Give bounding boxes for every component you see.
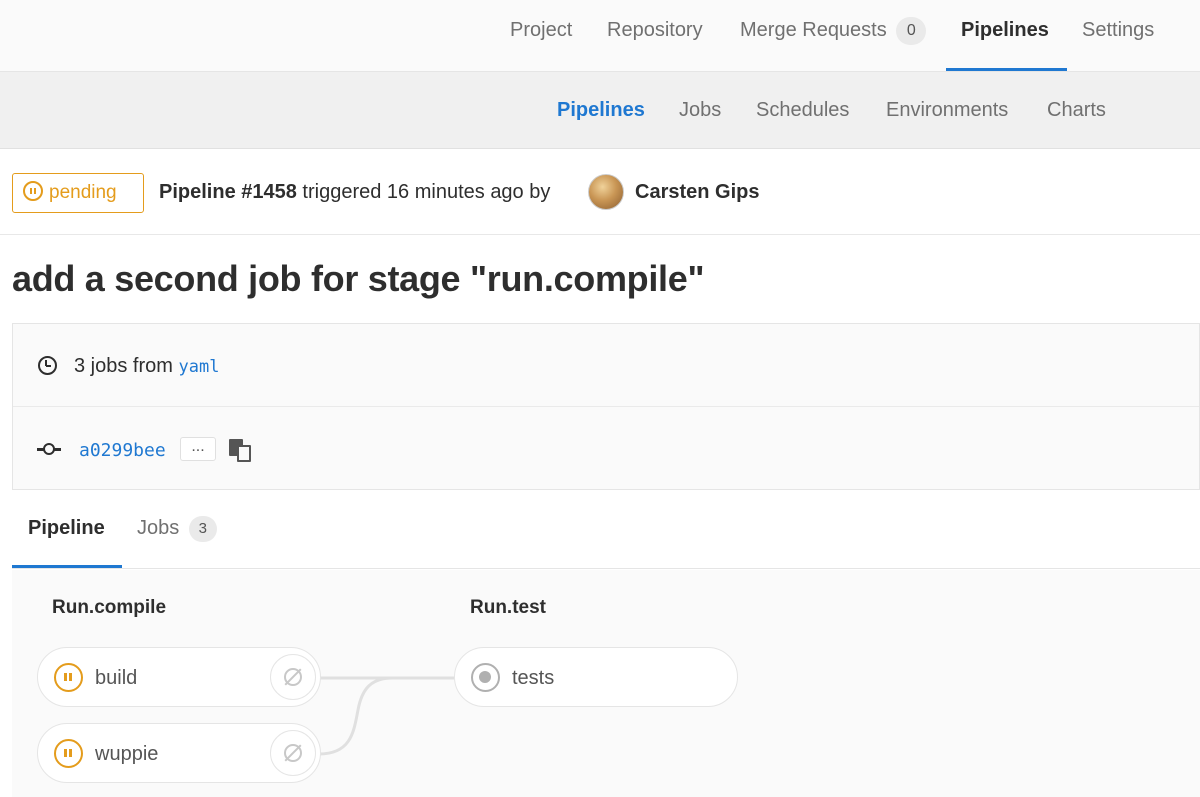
clipboard-icon[interactable] — [229, 439, 253, 463]
job-name-build: build — [95, 667, 138, 689]
pipeline-tabs: Pipeline Jobs 3 — [12, 490, 1200, 569]
nav-active-indicator — [946, 68, 1067, 71]
tab-jobs[interactable]: Jobs 3 — [137, 490, 217, 568]
job-name-tests: tests — [512, 667, 555, 689]
pipeline-header: pending Pipeline #1458 triggered 16 minu… — [0, 149, 1200, 235]
pipeline-triggered-text: triggered 16 minutes ago by — [296, 181, 551, 203]
merge-requests-count-badge: 0 — [896, 17, 927, 45]
subnav-environments[interactable]: Environments — [886, 72, 1008, 149]
avatar[interactable] — [588, 174, 624, 210]
sub-nav: Pipelines Jobs Schedules Environments Ch… — [0, 72, 1200, 149]
jobs-count-text: 3 jobs from — [74, 355, 179, 377]
jobs-count-badge: 3 — [188, 516, 217, 542]
subnav-pipelines[interactable]: Pipelines — [557, 72, 645, 149]
pipeline-status-label: pending — [49, 182, 117, 203]
tab-pipeline[interactable]: Pipeline — [12, 490, 122, 568]
pipeline-status-badge[interactable]: pending — [12, 173, 144, 213]
job-wuppie[interactable]: wuppie — [37, 723, 321, 783]
job-tests[interactable]: tests — [454, 647, 738, 707]
subnav-jobs[interactable]: Jobs — [679, 72, 721, 149]
top-nav: Project Repository Merge Requests 0 Pipe… — [0, 0, 1200, 72]
pause-circle-icon — [54, 739, 83, 768]
subnav-schedules[interactable]: Schedules — [756, 72, 849, 149]
yaml-link[interactable]: yaml — [178, 357, 219, 377]
pipeline-graph: Run.compile Run.test build wuppie tests — [12, 570, 1200, 797]
job-name-wuppie: wuppie — [95, 743, 159, 765]
nav-pipelines[interactable]: Pipelines — [961, 0, 1049, 72]
pause-circle-icon — [23, 181, 43, 201]
jobs-info: 3 jobs from yaml — [74, 353, 219, 380]
commit-info-row: a0299bee ... — [13, 408, 1199, 490]
page-title: add a second job for stage "run.compile" — [12, 258, 705, 299]
nav-merge-requests-label: Merge Requests — [740, 19, 887, 41]
commit-icon — [37, 442, 61, 456]
clock-icon — [38, 356, 57, 375]
pipeline-summary: Pipeline #1458 triggered 16 minutes ago … — [159, 179, 550, 205]
jobs-info-row: 3 jobs from yaml — [13, 324, 1199, 407]
cancel-icon[interactable] — [270, 654, 316, 700]
nav-repository[interactable]: Repository — [607, 0, 703, 72]
nav-project[interactable]: Project — [510, 0, 572, 72]
expand-commit-message-button[interactable]: ... — [180, 437, 216, 461]
pipeline-info-box: 3 jobs from yaml a0299bee ... — [12, 323, 1200, 490]
pipeline-id: Pipeline #1458 — [159, 181, 297, 203]
nav-settings[interactable]: Settings — [1082, 0, 1154, 72]
subnav-charts[interactable]: Charts — [1047, 72, 1106, 149]
job-build[interactable]: build — [37, 647, 321, 707]
nav-merge-requests[interactable]: Merge Requests 0 — [740, 0, 927, 72]
created-status-icon — [471, 663, 500, 692]
author-name[interactable]: Carsten Gips — [635, 179, 759, 205]
clipboard-icon-front — [237, 445, 251, 462]
stage-title-run-test: Run.test — [470, 597, 546, 618]
pause-circle-icon — [54, 663, 83, 692]
tab-jobs-label: Jobs — [137, 517, 180, 539]
stage-title-run-compile: Run.compile — [52, 597, 167, 618]
commit-sha-link[interactable]: a0299bee — [79, 438, 166, 464]
cancel-icon[interactable] — [270, 730, 316, 776]
